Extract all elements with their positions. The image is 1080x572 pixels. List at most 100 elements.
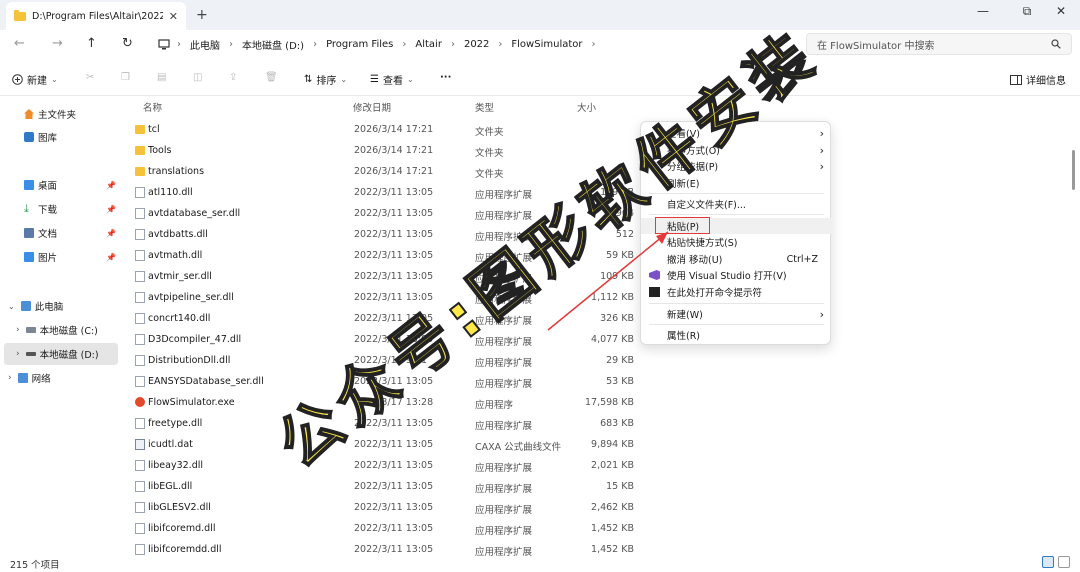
menu-item-label: 在此处打开命令提示符 (667, 288, 763, 299)
tab-current-folder[interactable]: D:\Program Files\Altair\2022\ ✕ (6, 2, 186, 30)
file-row[interactable]: freetype.dll 2022/3/11 13:05 应用程序扩展 683 KB (125, 413, 640, 434)
breadcrumb-item-2022[interactable]: 2022 (458, 39, 495, 50)
details-view-icon[interactable] (1042, 556, 1054, 568)
menu-separator (649, 324, 824, 325)
copy-button[interactable]: ❐ (121, 72, 130, 83)
breadcrumb-item-altair[interactable]: Altair (409, 39, 448, 50)
sidebar-item-this-pc[interactable]: ⌄ 此电脑 (8, 295, 128, 317)
file-row[interactable]: atl110.dll 2022/3/11 13:05 应用程序扩展 189 KB (125, 182, 640, 203)
sidebar-item-network[interactable]: › 网络 (8, 367, 128, 389)
file-date: 2022/3/11 13:05 (354, 502, 434, 513)
file-row[interactable]: avtdbatts.dll 2022/3/11 13:05 应用程序扩展 512 (125, 224, 640, 245)
file-row[interactable]: tcl 2026/3/14 17:21 文件夹 (125, 119, 640, 140)
details-pane-button[interactable]: 详细信息 (1010, 72, 1066, 87)
file-name: tcl (148, 124, 160, 135)
column-header-date[interactable]: 修改日期 (353, 97, 391, 117)
menu-item-new[interactable]: 新建(W) › (641, 306, 832, 322)
up-button[interactable]: ↑ (86, 36, 97, 51)
file-row[interactable]: libGLESV2.dll 2022/3/11 13:05 应用程序扩展 2,462 … (125, 497, 640, 518)
file-row[interactable]: avtmir_ser.dll 2022/3/11 13:05 应用程序扩展 109 K… (125, 266, 640, 287)
file-icon (135, 544, 145, 555)
file-icon (135, 292, 145, 303)
sidebar-item-downloads[interactable]: ⤓ 下载 📌 (24, 198, 120, 220)
file-row[interactable]: concrt140.dll 2022/3/11 13:05 应用程序扩展 326 KB (125, 308, 640, 329)
breadcrumb-item-this-pc[interactable]: 此电脑 (184, 37, 226, 52)
menu-item-paste-shortcut[interactable]: 粘贴快捷方式(S) (641, 234, 832, 250)
close-window-button[interactable]: ✕ (1046, 4, 1076, 18)
file-row[interactable]: DistributionDll.dll 2022/3/15 9:21 应用程序扩展 2… (125, 350, 640, 371)
breadcrumb-separator: › (177, 38, 181, 50)
sidebar-item-drive-c[interactable]: › 本地磁盘 (C:) (16, 319, 136, 341)
breadcrumb[interactable]: › 此电脑 › 本地磁盘 (D:) › Program Files › Alta… (158, 33, 794, 55)
new-button[interactable]: 新建 ⌄ (12, 72, 58, 87)
chevron-right-icon: › (16, 325, 20, 335)
column-header-name[interactable]: 名称 (143, 97, 162, 117)
file-row[interactable]: icudtl.dat 2022/3/11 13:05 CAXA 公式曲线文件 9,89… (125, 434, 640, 455)
sort-button[interactable]: ⇅ 排序 ⌄ (304, 72, 347, 87)
file-row[interactable]: FlowSimulator.exe 2022/3/17 13:28 应用程序 17,5… (125, 392, 640, 413)
forward-button[interactable]: → (52, 36, 63, 51)
sidebar-item-documents[interactable]: 文档 📌 (24, 222, 120, 244)
file-row[interactable]: EANSYSDatabase_ser.dll 2022/3/11 13:05 应用程… (125, 371, 640, 392)
file-row[interactable]: libeay32.dll 2022/3/11 13:05 应用程序扩展 2,021 K… (125, 455, 640, 476)
file-date: 2022/3/11 13:05 (354, 523, 434, 534)
minimize-button[interactable]: — (968, 4, 998, 18)
file-row[interactable]: avtmath.dll 2022/3/11 13:05 应用程序扩展 59 KB (125, 245, 640, 266)
cut-button[interactable]: ✂ (86, 72, 94, 83)
file-date: 2022/3/11 13:05 (354, 187, 434, 198)
search-input[interactable]: 在 FlowSimulator 中搜索 (806, 33, 1072, 55)
desktop-icon (24, 180, 34, 190)
file-row[interactable]: Tools 2026/3/14 17:21 文件夹 (125, 140, 640, 161)
back-button[interactable]: ← (14, 36, 25, 51)
sidebar-item-desktop[interactable]: 桌面 📌 (24, 174, 120, 196)
column-header-size[interactable]: 大小 (577, 97, 596, 117)
menu-item-open-visual-studio[interactable]: 使用 Visual Studio 打开(V) (641, 267, 832, 283)
file-row[interactable]: translations 2026/3/14 17:21 文件夹 (125, 161, 640, 182)
column-header-type[interactable]: 类型 (475, 97, 494, 117)
file-type: 应用程序扩展 (475, 379, 533, 390)
file-date: 2022/3/11 13:05 (354, 376, 434, 387)
tab-close-button[interactable]: ✕ (169, 10, 178, 23)
share-button[interactable]: ⇪ (229, 72, 237, 83)
refresh-button[interactable]: ↻ (122, 36, 133, 51)
file-row[interactable]: libifcoremdd.dll 2022/3/11 13:05 应用程序扩展 1,4… (125, 539, 640, 560)
pin-icon: 📌 (106, 204, 116, 214)
menu-item-label: 属性(R) (667, 331, 701, 342)
tab-title: D:\Program Files\Altair\2022\ (32, 10, 163, 22)
more-options-button[interactable]: ··· (440, 72, 451, 83)
menu-item-open-command-prompt[interactable]: 在此处打开命令提示符 (641, 284, 832, 300)
sidebar-item-pictures[interactable]: 图片 📌 (24, 246, 120, 268)
shortcut-label: Ctrl+Z (786, 253, 818, 265)
delete-button[interactable]: 🗑 (265, 72, 278, 83)
menu-item-view[interactable]: 查看(V) › (641, 125, 832, 141)
sidebar-item-drive-d[interactable]: › 本地磁盘 (D:) (4, 343, 118, 365)
file-size: 109 KB (600, 271, 634, 282)
breadcrumb-item-program-files[interactable]: Program Files (320, 39, 399, 50)
breadcrumb-item-flowsimulator[interactable]: FlowSimulator (505, 39, 588, 50)
menu-item-sort[interactable]: 排序方式(O) › (641, 142, 832, 158)
tiles-view-icon[interactable] (1058, 556, 1070, 568)
pictures-icon (24, 252, 34, 262)
file-row[interactable]: libifcoremd.dll 2022/3/11 13:05 应用程序扩展 1,45… (125, 518, 640, 539)
menu-item-refresh[interactable]: 刷新(E) (641, 175, 832, 191)
view-button[interactable]: ☰ 查看 ⌄ (370, 72, 414, 87)
file-type: 应用程序扩展 (475, 505, 533, 516)
rename-button[interactable]: ◫ (193, 72, 202, 83)
file-row[interactable]: avtpipeline_ser.dll 2022/3/11 13:05 应用程序扩展… (125, 287, 640, 308)
maximize-button[interactable]: ⧉ (1012, 4, 1042, 19)
visual-studio-icon (649, 270, 660, 280)
file-date: 2022/3/11 13:05 (354, 481, 434, 492)
scrollbar-thumb[interactable] (1072, 150, 1075, 190)
menu-item-properties[interactable]: 属性(R) (641, 327, 832, 343)
file-row[interactable]: avtdatabase_ser.dll 2022/3/11 13:05 应用程序扩展… (125, 203, 640, 224)
new-tab-button[interactable]: + (196, 7, 208, 23)
file-size: 2,021 KB (591, 460, 634, 471)
file-row[interactable]: D3Dcompiler_47.dll 2022/3/11 13:05 应用程序扩展 4… (125, 329, 640, 350)
menu-item-undo-move[interactable]: 撤消 移动(U) Ctrl+Z (641, 251, 832, 267)
menu-item-customize-folder[interactable]: 自定义文件夹(F)... (641, 196, 832, 212)
breadcrumb-separator: › (498, 38, 503, 50)
breadcrumb-item-drive-d[interactable]: 本地磁盘 (D:) (236, 37, 310, 52)
menu-item-group[interactable]: 分组依据(P) › (641, 158, 832, 174)
paste-button[interactable]: ▤ (157, 72, 166, 83)
file-row[interactable]: libEGL.dll 2022/3/11 13:05 应用程序扩展 15 KB (125, 476, 640, 497)
